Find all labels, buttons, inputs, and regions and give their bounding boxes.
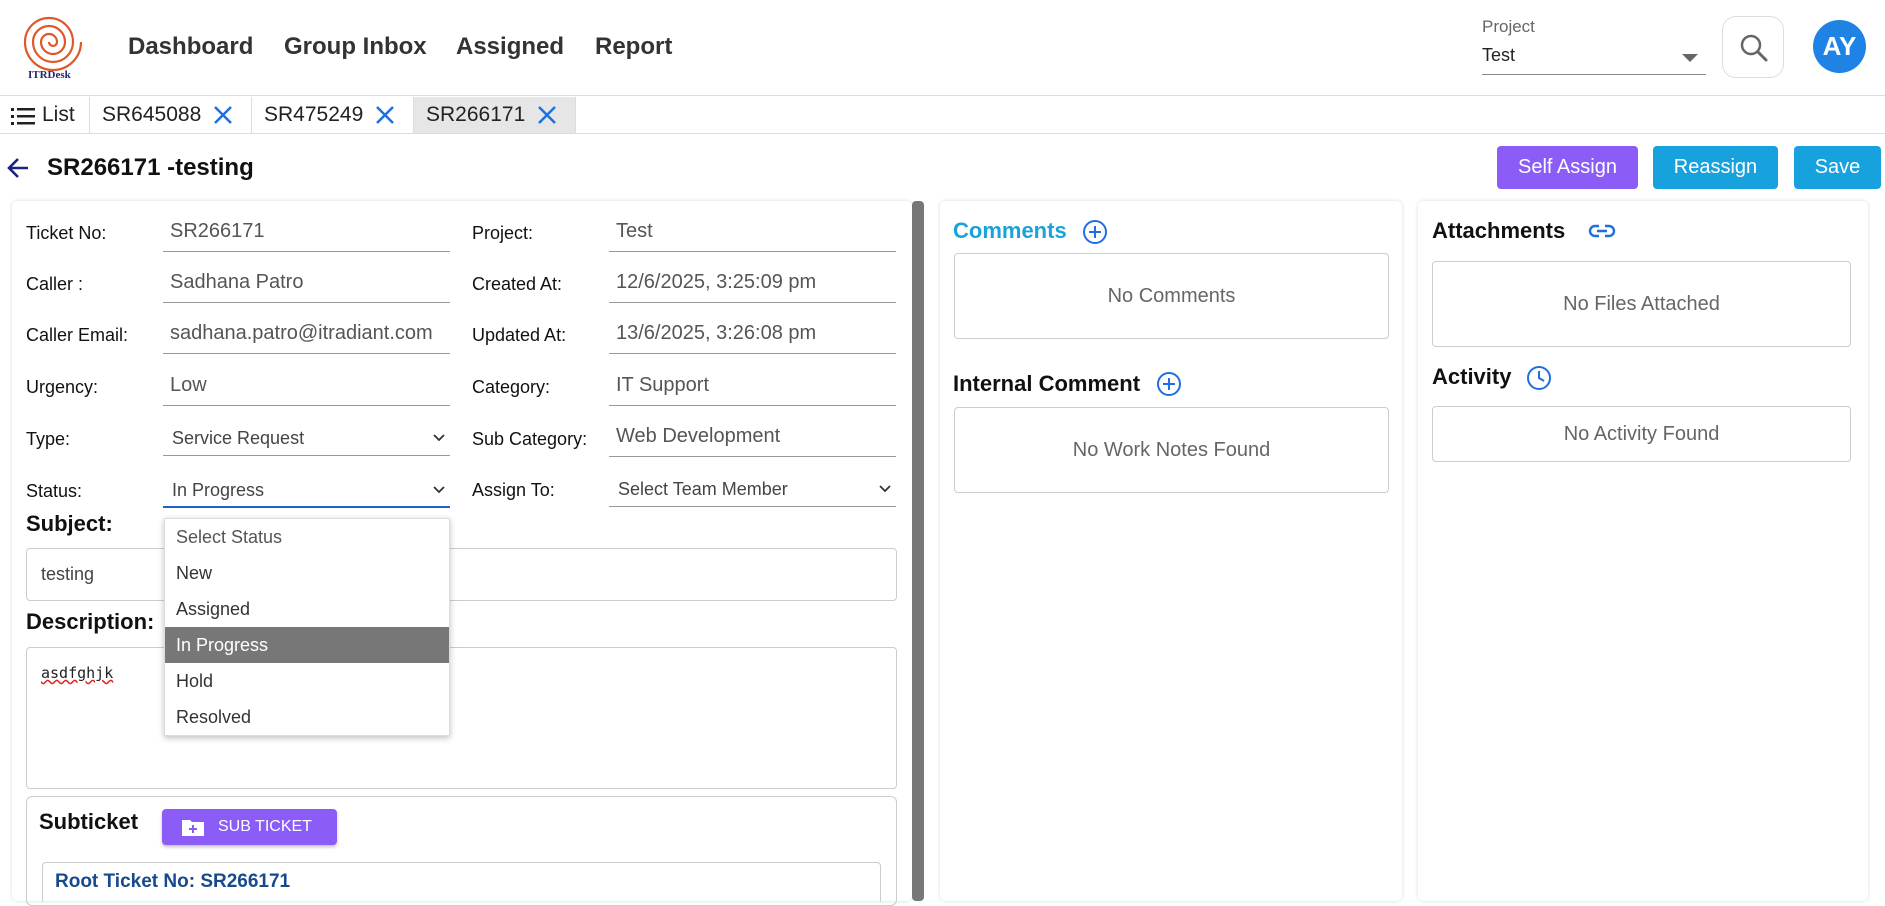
search-button[interactable] [1722,16,1784,78]
tab-list[interactable]: List [0,97,90,133]
status-option-assigned[interactable]: Assigned [165,591,449,627]
type-label: Type: [26,429,71,449]
reassign-button[interactable]: Reassign [1653,146,1778,189]
urgency-label: Urgency: [26,377,99,397]
updated-at-field: 13/6/2025, 3:26:08 pm [609,318,896,354]
chevron-down-icon [433,486,445,494]
tab-sr475249[interactable]: SR475249 [252,97,414,133]
urgency-field: Low [163,370,450,406]
root-ticket-card: Root Ticket No: SR266171 [42,862,881,902]
close-icon[interactable] [534,97,560,133]
subject-label: Subject: [26,511,113,536]
subticket-heading: Subticket [39,809,139,834]
sub-ticket-button[interactable]: SUB TICKET [162,809,337,845]
back-arrow-icon[interactable] [4,154,34,182]
status-label: Status: [26,481,83,501]
created-at-field: 12/6/2025, 3:25:09 pm [609,267,896,303]
status-option-hold[interactable]: Hold [165,663,449,699]
category-field: IT Support [609,370,896,406]
self-assign-button[interactable]: Self Assign [1497,146,1638,189]
internal-comment-heading: Internal Comment [953,371,1141,396]
tab-sr645088[interactable]: SR645088 [90,97,252,133]
caller-email-label: Caller Email: [26,325,129,345]
user-avatar[interactable]: AY [1813,20,1866,73]
nav-dashboard[interactable]: Dashboard [128,33,253,61]
tab-label: SR475249 [264,103,364,126]
internal-comments-empty: No Work Notes Found [954,407,1389,493]
sub-category-field: Web Development [609,421,896,457]
status-dropdown-menu: Select Status New Assigned In Progress H… [164,518,450,736]
close-icon[interactable] [372,97,398,133]
status-select[interactable]: In Progress [163,472,450,508]
tab-sr266171[interactable]: SR266171 [414,97,576,133]
project-select-value: Test [1482,45,1516,65]
close-icon[interactable] [210,97,236,133]
project-field: Test [609,216,896,252]
tab-list-label: List [42,103,75,126]
add-internal-comment-icon[interactable] [1155,370,1183,398]
created-at-label: Created At: [472,274,563,294]
ticket-no-label: Ticket No: [26,223,107,243]
type-select-value: Service Request [172,428,305,448]
sub-category-label: Sub Category: [472,429,588,449]
brand-logo-text: ITRDesk [28,69,71,81]
activity-empty: No Activity Found [1432,406,1851,462]
status-select-value: In Progress [172,480,265,500]
updated-at-label: Updated At: [472,325,567,345]
caller-email-field: sadhana.patro@itradiant.com [163,318,450,354]
add-comment-icon[interactable] [1081,218,1109,246]
ticket-no-field: SR266171 [163,216,450,252]
chevron-down-icon [879,485,891,493]
status-option-in-progress[interactable]: In Progress [165,627,449,663]
attachments-heading: Attachments [1432,218,1566,243]
page-title: SR266171 -testing [47,154,254,181]
status-option-placeholder[interactable]: Select Status [165,519,449,555]
link-icon[interactable] [1587,219,1617,243]
description-label: Description: [26,609,155,634]
nav-assigned[interactable]: Assigned [456,33,564,61]
caller-field: Sadhana Patro [163,267,450,303]
save-button[interactable]: Save [1794,146,1881,189]
caret-down-icon [1682,54,1698,62]
assign-to-label: Assign To: [472,480,555,500]
nav-group-inbox[interactable]: Group Inbox [284,33,427,61]
caller-label: Caller : [26,274,84,294]
ticket-tabbar: List SR645088 SR475249 SR266171 [0,97,1885,134]
nav-report[interactable]: Report [595,33,672,61]
comments-empty: No Comments [954,253,1389,339]
type-select[interactable]: Service Request [163,420,450,456]
project-label: Project [1482,17,1535,36]
chevron-down-icon [433,434,445,442]
root-ticket-label: Root Ticket No: SR266171 [55,871,291,892]
tab-label: SR645088 [102,103,202,126]
app-header: ITRDesk Dashboard Group Inbox Assigned R… [0,0,1885,96]
comments-heading: Comments [953,218,1067,243]
scrollbar[interactable] [912,201,924,901]
status-option-new[interactable]: New [165,555,449,591]
subject-input[interactable]: testing [26,548,897,601]
project-select[interactable]: Test [1482,42,1706,75]
description-textarea[interactable]: asdfghjk [26,647,897,789]
list-icon [11,108,35,125]
assign-to-select-value: Select Team Member [618,479,788,499]
attachments-empty: No Files Attached [1432,261,1851,347]
category-label: Category: [472,377,551,397]
activity-heading: Activity [1432,364,1512,389]
tab-label: SR266171 [426,103,526,126]
description-text: asdfghjk [41,664,114,682]
status-option-resolved[interactable]: Resolved [165,699,449,735]
folder-add-icon [182,820,204,836]
clock-icon[interactable] [1525,364,1553,392]
assign-to-select[interactable]: Select Team Member [609,471,896,507]
search-icon [1740,34,1768,62]
project-field-label: Project: [472,223,534,243]
sub-ticket-button-label: SUB TICKET [218,818,312,835]
